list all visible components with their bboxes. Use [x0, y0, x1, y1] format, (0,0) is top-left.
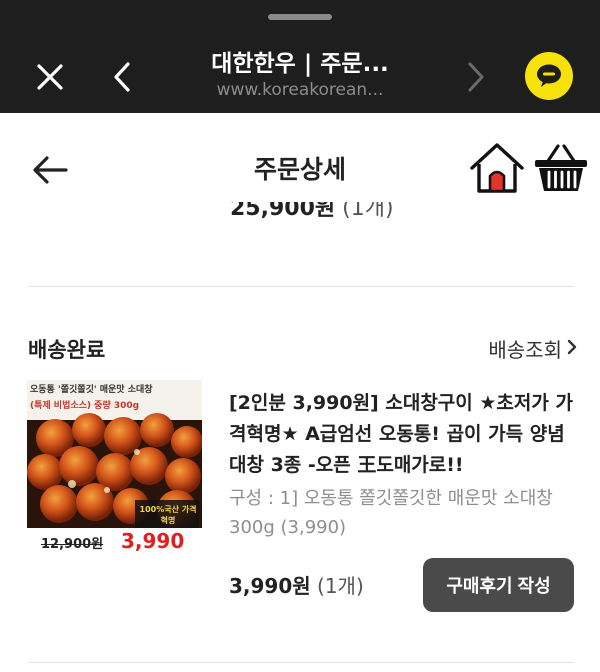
page-title: 주문상세	[253, 155, 346, 184]
order-qty: (1개)	[317, 574, 364, 598]
chevron-right-icon	[566, 337, 578, 361]
thumbnail-sticker: 100%국산 가격혁명	[139, 505, 197, 525]
home-icon[interactable]	[468, 141, 526, 195]
track-delivery-label: 배송조회	[488, 338, 562, 362]
drag-handle[interactable]	[268, 14, 332, 20]
order-price: 3,990원	[229, 574, 311, 598]
browser-url[interactable]: www.koreakorean...	[150, 80, 450, 100]
previous-item-qty: (1개)	[342, 202, 394, 221]
browser-forward-icon[interactable]	[458, 57, 492, 97]
order-price-row: 3,990원 (1개)	[229, 570, 364, 599]
divider	[28, 662, 574, 663]
close-icon[interactable]	[30, 57, 70, 97]
divider	[28, 286, 574, 287]
browser-page-title: 대한한우 | 주문...	[211, 51, 389, 77]
previous-item-price-value: 25,900원	[230, 202, 336, 221]
write-review-button[interactable]: 구매후기 작성	[423, 558, 574, 612]
thumbnail-banner: 오동통 '쫄깃쫄깃' 매운맛 소대창	[30, 385, 153, 395]
browser-back-icon[interactable]	[106, 57, 140, 97]
thumbnail-old-price: 12,900원	[41, 537, 104, 552]
thumbnail-banner-sub: (특제 비법소스) 중량 300g	[30, 401, 140, 411]
browser-top-bar: 대한한우 | 주문... www.koreakorean...	[0, 0, 600, 113]
product-option: 구성 : 1] 오동통 쫄깃쫄깃한 매운맛 소대창 300g (3,990)	[229, 488, 553, 538]
delivery-status: 배송완료	[28, 338, 106, 362]
previous-item-price: 25,900원 (1개)	[230, 202, 570, 230]
kakaotalk-icon[interactable]	[525, 52, 573, 100]
back-arrow-icon[interactable]	[28, 148, 72, 192]
thumbnail-new-price: 3,990원	[121, 529, 185, 553]
shopping-basket-icon[interactable]	[532, 141, 590, 195]
product-thumbnail[interactable]: 오동통 '쫄깃쫄깃' 매운맛 소대창 (특제 비법소스) 중량 300g 100…	[27, 380, 202, 556]
track-delivery-link[interactable]: 배송조회	[488, 334, 578, 363]
product-name[interactable]: [2인분 3,990원] 소대창구이 ★초저가 가격혁명★ A급엄선 오동통! …	[229, 388, 579, 481]
